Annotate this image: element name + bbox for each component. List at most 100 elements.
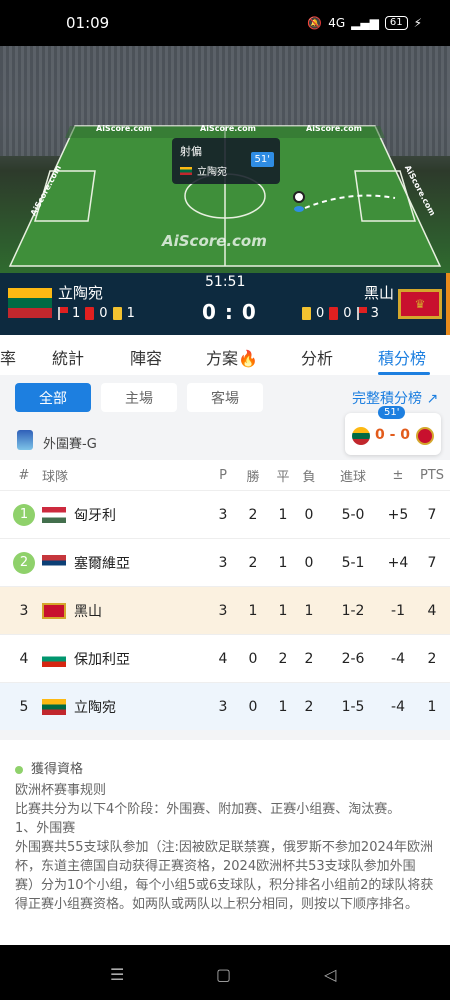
header-team: 球隊	[42, 469, 69, 485]
goal-diff-cell: +5	[387, 506, 409, 523]
table-row[interactable]: 4 保加利亞 4 0 2 2 2-6 -4 2	[0, 634, 450, 682]
tab-bar: 率 統計 陣容 方案🔥 分析 積分榜	[0, 335, 450, 375]
tab-tips[interactable]: 方案🔥	[206, 345, 258, 369]
rules-line: 比赛共分为以下4个阶段：外围赛、附加赛、正赛小组赛、淘汰赛。	[15, 802, 401, 817]
corner-flag-icon	[58, 307, 68, 320]
played-cell: 3	[218, 602, 228, 619]
ad-board: AiScore.com	[96, 124, 152, 133]
menu-icon[interactable]: ☰	[110, 965, 124, 984]
status-time: 01:09	[66, 14, 110, 32]
table-header: # 球隊 P 勝 平 負 進球 ± PTS	[0, 460, 450, 490]
arrow-up-right-icon: ↗	[426, 391, 439, 407]
rules-line: 外围赛共55支球队参加（注:因被欧足联禁赛，俄罗斯不参加2024年欧洲杯，东道主…	[15, 840, 434, 912]
home-icon[interactable]: ▢	[216, 965, 231, 984]
goal-diff-cell: -4	[391, 698, 405, 715]
filter-home-button[interactable]: 主場	[101, 383, 177, 412]
header-goal-diff: ±	[392, 467, 404, 483]
full-standings-link[interactable]: 完整積分榜 ↗	[352, 388, 438, 408]
lithuania-flag-icon	[352, 427, 370, 445]
points-cell: 7	[427, 554, 437, 571]
header-played: P	[219, 467, 227, 483]
ad-board: AiScore.com	[200, 124, 256, 133]
draws-cell: 1	[278, 554, 288, 571]
header-wins: 勝	[246, 469, 260, 485]
shot-trajectory	[304, 194, 396, 209]
home-stats: 1 0 1	[58, 306, 135, 321]
played-cell: 4	[218, 650, 228, 667]
goal-diff-cell: -1	[391, 602, 405, 619]
wins-cell: 2	[248, 554, 258, 571]
rank-cell: 4	[19, 650, 29, 667]
rank-cell: 1	[10, 491, 38, 538]
rules-line: 1、外围赛	[15, 821, 76, 836]
header-rank: #	[18, 467, 30, 483]
goals-cell: 5-1	[341, 554, 365, 571]
losses-cell: 2	[304, 650, 314, 667]
table-row[interactable]: 3 黑山 3 1 1 1 1-2 -1 4	[0, 586, 450, 634]
tab-standings[interactable]: 積分榜	[378, 345, 426, 369]
losses-cell: 0	[304, 554, 314, 571]
match-clock: 51:51	[205, 274, 246, 290]
team-name: 匈牙利	[74, 507, 116, 524]
rules-line: 欧洲杯赛事规则	[15, 783, 107, 798]
tab-analysis[interactable]: 分析	[301, 345, 333, 369]
event-team-name: 立陶宛	[197, 167, 227, 178]
tab-tips-label: 方案	[206, 349, 239, 368]
qualification-label: 獲得資格	[31, 762, 84, 777]
filter-all-button[interactable]: 全部	[15, 383, 91, 412]
status-bar: 01:09 🔕 4G ▂▄▆ 61 ⚡	[0, 0, 450, 46]
montenegro-flag-icon	[42, 602, 66, 619]
draws-cell: 1	[278, 698, 288, 715]
table-row[interactable]: 1 匈牙利 3 2 1 0 5-0 +5 7	[0, 490, 450, 538]
live-field[interactable]: AiScore.com AiScore.com AiScore.com AiSc…	[0, 46, 450, 273]
home-red-cards: 0	[99, 306, 108, 321]
rank-cell: 3	[19, 602, 29, 619]
ball-icon	[293, 191, 305, 203]
goals-cell: 2-6	[341, 650, 365, 667]
back-icon[interactable]: ◁	[324, 965, 336, 984]
points-cell: 2	[427, 650, 437, 667]
match-score: 0 : 0	[202, 300, 257, 324]
table-row[interactable]: 2 塞爾維亞 3 2 1 0 5-1 +4 7	[0, 538, 450, 586]
away-yellow-cards: 0	[316, 306, 325, 321]
draws-cell: 1	[278, 602, 288, 619]
event-card: 射偏 立陶宛 51'	[172, 138, 280, 184]
mini-score-card[interactable]: 51' 0 - 0	[345, 406, 441, 455]
team-cell: 塞爾維亞	[42, 539, 202, 586]
tab-lineup[interactable]: 陣容	[130, 345, 162, 369]
team-name: 黑山	[74, 603, 102, 620]
mini-score-minute: 51'	[378, 406, 406, 419]
scoreboard: 立陶宛 1 0 1 51:51 0 : 0 0 0 3 黑山 ♛	[0, 273, 450, 335]
mini-score-value: 0 - 0	[375, 427, 411, 443]
goals-cell: 1-5	[341, 698, 365, 715]
serbia-flag-icon	[42, 554, 66, 571]
team-cell: 保加利亞	[42, 635, 202, 682]
hungary-flag-icon	[42, 506, 66, 523]
losses-cell: 2	[304, 698, 314, 715]
goal-diff-cell: -4	[391, 650, 405, 667]
lithuania-flag-icon	[8, 288, 52, 318]
filter-away-button[interactable]: 客場	[187, 383, 263, 412]
charging-icon: ⚡	[413, 16, 422, 30]
tab-rate[interactable]: 率	[0, 345, 16, 369]
table-row[interactable]: 5 立陶宛 3 0 1 2 1-5 -4 1	[0, 682, 450, 730]
corner-flag-icon	[356, 307, 367, 320]
away-team-name[interactable]: 黑山	[364, 282, 394, 303]
home-yellow-cards: 1	[126, 306, 135, 321]
qualified-badge: 1	[13, 503, 35, 526]
played-cell: 3	[218, 506, 228, 523]
points-cell: 7	[427, 506, 437, 523]
signal-icon: ▂▄▆	[351, 16, 379, 30]
home-team-name[interactable]: 立陶宛	[58, 282, 103, 303]
played-cell: 3	[218, 698, 228, 715]
red-card-icon	[85, 307, 95, 320]
full-standings-label: 完整積分榜	[352, 391, 422, 407]
team-cell: 黑山	[42, 587, 202, 634]
played-cell: 3	[218, 554, 228, 571]
team-cell: 立陶宛	[42, 683, 202, 730]
tab-stats[interactable]: 統計	[52, 345, 84, 369]
active-tab-indicator	[378, 372, 430, 375]
points-cell: 1	[427, 698, 437, 715]
euro-logo-icon	[17, 430, 33, 450]
away-red-cards: 0	[343, 306, 352, 321]
